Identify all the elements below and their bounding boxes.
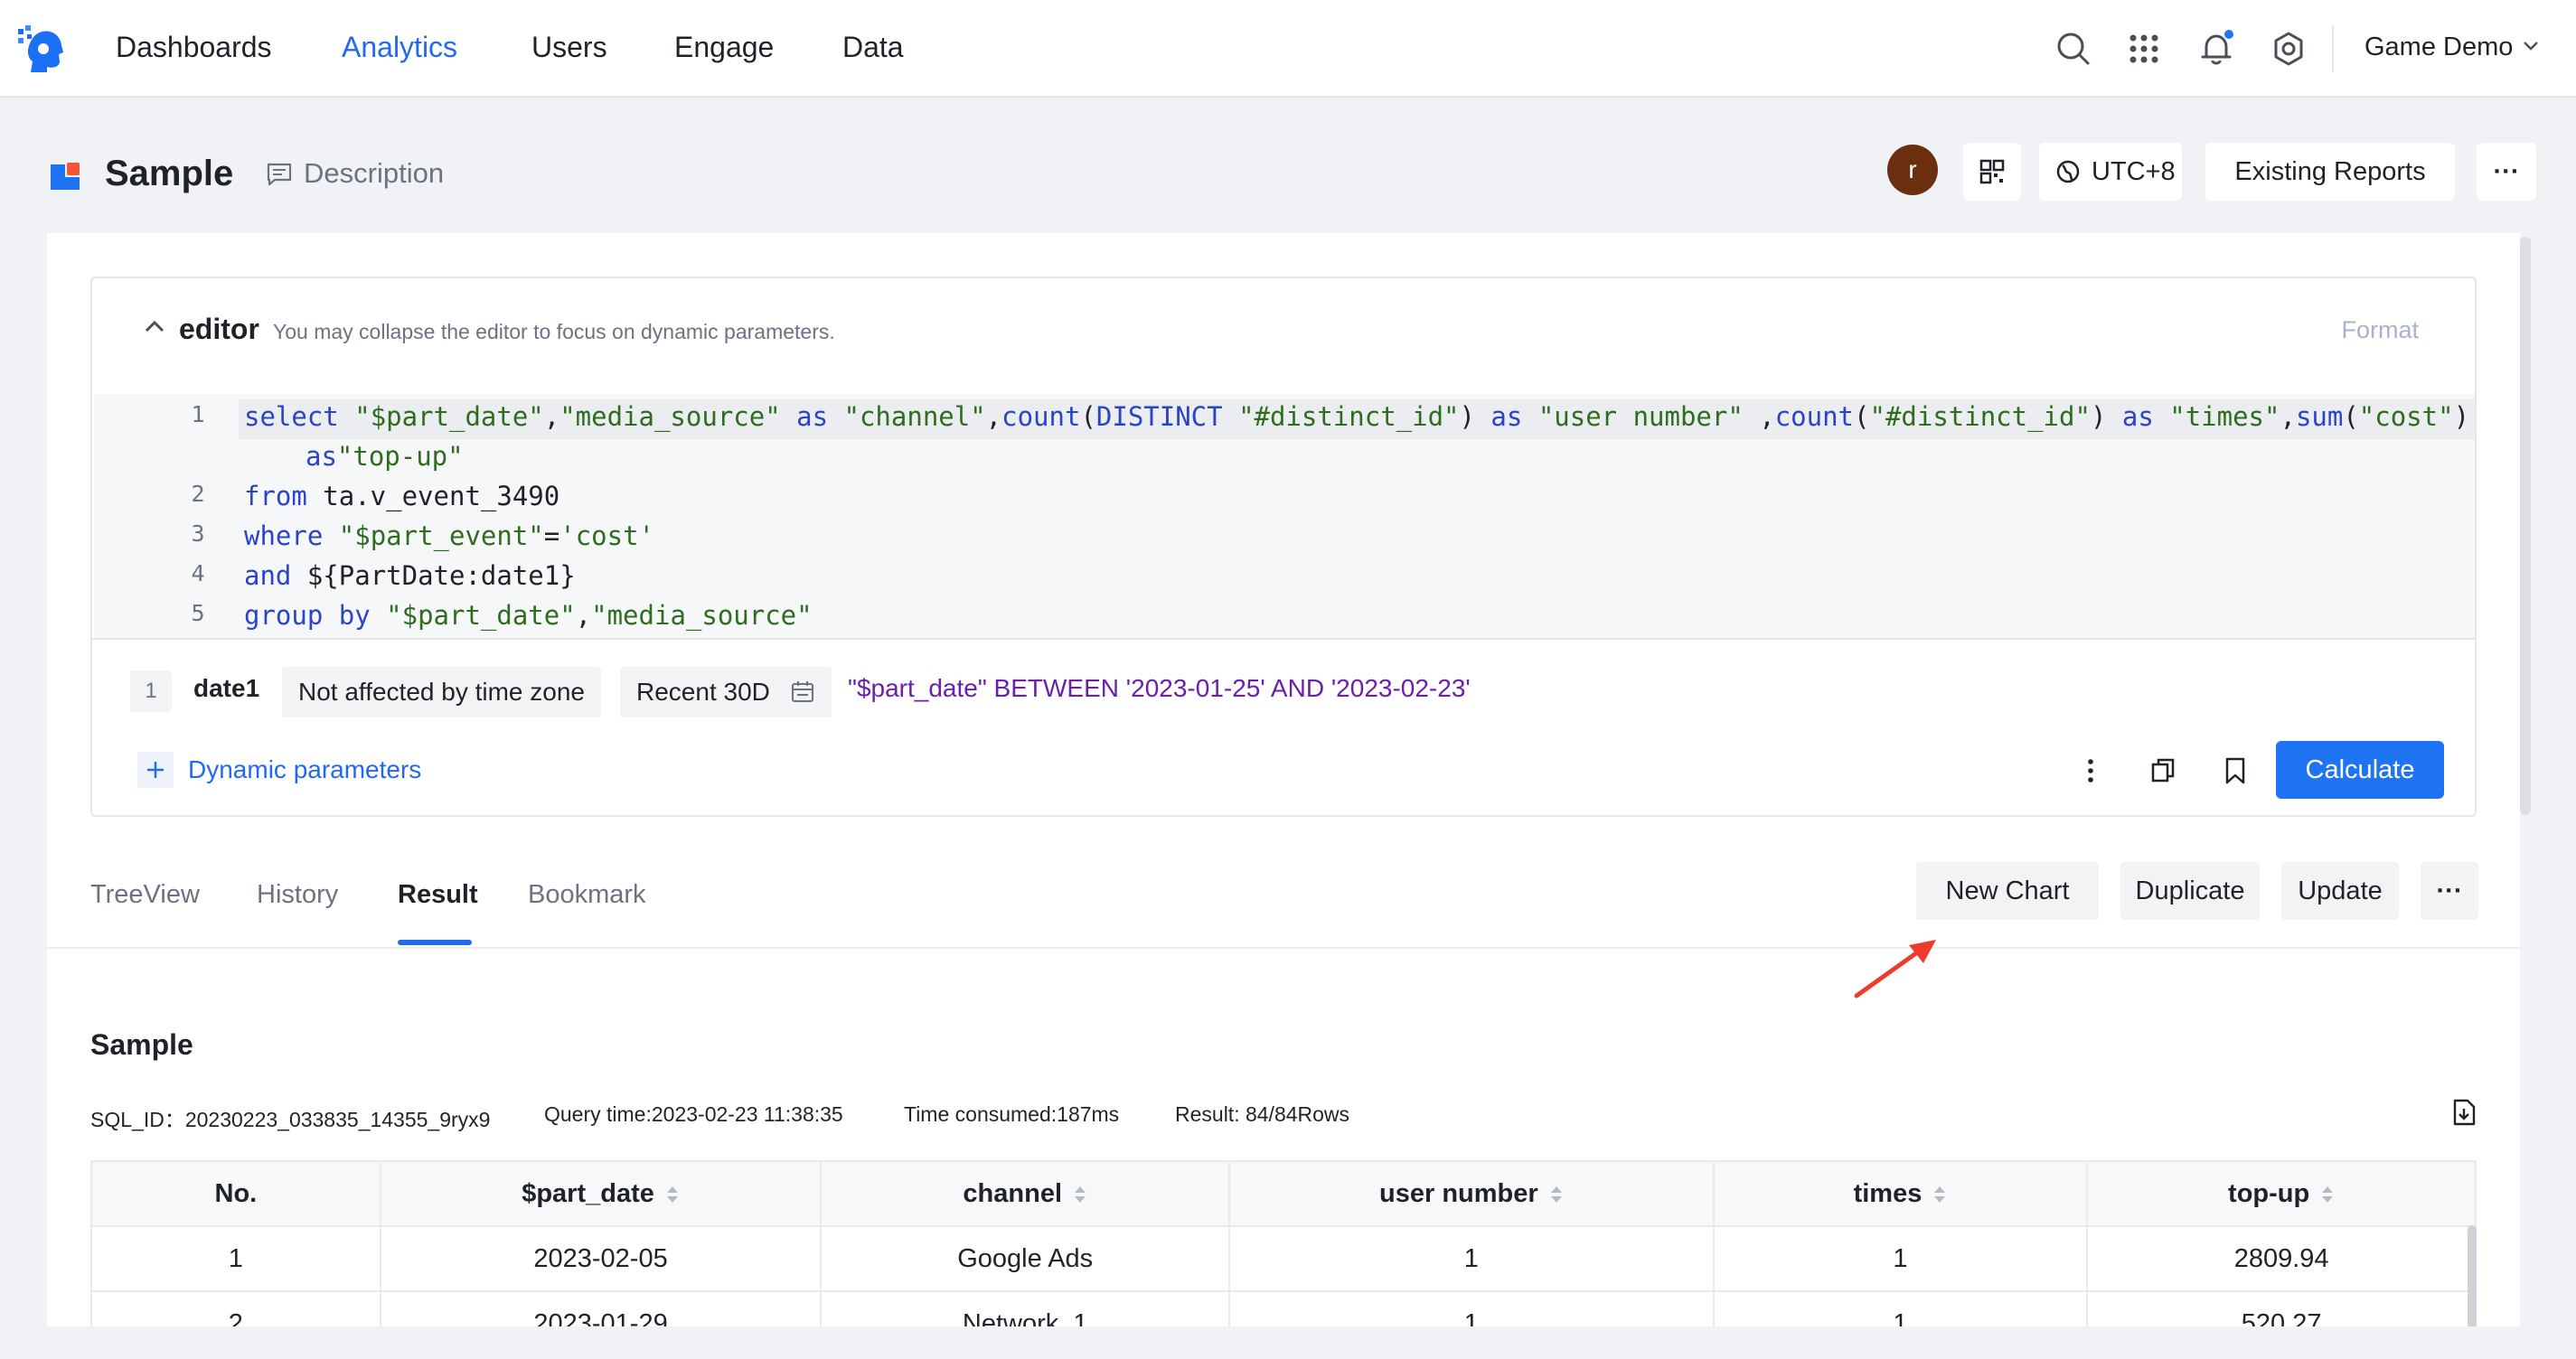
date-range-label: Recent 30D [636,678,770,706]
vertical-more-icon[interactable] [2075,755,2106,786]
update-button[interactable]: Update [2281,862,2399,920]
column-header: No. [90,1160,381,1227]
grid-layout-icon [1979,159,2005,184]
column-header[interactable]: times [1712,1160,2089,1227]
actions-more-button[interactable]: ··· [2421,862,2478,920]
nav-divider [2332,25,2334,72]
timezone-label: UTC+8 [2092,157,2176,186]
nav-dashboards[interactable]: Dashboards [116,31,272,64]
code-line-4: and ${PartDate:date1} [244,560,576,591]
active-tab-indicator [398,940,472,945]
line-number: 1 [191,401,205,427]
code-line-1-wrap: as"top-up" [306,441,464,472]
sort-icon[interactable] [2320,1185,2335,1204]
existing-reports-button[interactable]: Existing Reports [2205,143,2455,201]
add-dynamic-params-button[interactable]: Dynamic parameters [188,755,421,784]
line-number: 5 [191,600,205,626]
table-cell: 1 [1712,1225,2089,1292]
bookmark-icon[interactable] [2220,755,2251,786]
calendar-icon[interactable] [790,680,815,705]
tab-treeview[interactable]: TreeView [90,880,200,910]
code-line-2: from ta.v_event_3490 [244,481,560,511]
new-chart-button[interactable]: New Chart [1916,862,2099,920]
timezone-mode-select[interactable]: Not affected by time zone [282,667,601,717]
page-header: Sample Description r UTC+8 Existing Repo… [0,99,2576,233]
nav-users[interactable]: Users [531,31,607,64]
gear-icon[interactable] [2269,29,2308,69]
sort-icon[interactable] [1073,1185,1087,1204]
table-cell: Google Ads [820,1225,1231,1292]
calculate-button[interactable]: Calculate [2276,741,2444,799]
more-menu-button[interactable]: ··· [2477,143,2536,201]
avatar[interactable]: r [1887,145,1938,195]
sort-icon[interactable] [1549,1185,1564,1204]
code-line-3: where "$part_event"='cost' [244,520,654,551]
timezone-button[interactable]: UTC+8 [2039,143,2182,201]
layout-button[interactable] [1963,143,2021,201]
plus-icon[interactable] [137,752,174,788]
sort-icon[interactable] [1932,1185,1947,1204]
result-rows: Result: 84/84Rows [1175,1102,1350,1126]
tab-history[interactable]: History [257,880,338,910]
code-line-5: group by "$part_date","media_source" [244,600,813,631]
editor-header: editor You may collapse the editor to fo… [92,278,2475,394]
logo-icon[interactable] [16,23,69,74]
bell-icon[interactable] [2196,29,2236,69]
project-selector[interactable]: Game Demo [2364,33,2513,62]
report-icon [51,163,80,190]
search-icon[interactable] [2054,29,2093,69]
table-cell: 1 [1228,1225,1715,1292]
line-number: 3 [191,520,205,547]
table-row: 1 2023-02-05 Google Ads 1 1 2809.94 [90,1225,2477,1292]
editor-hint: You may collapse the editor to focus on … [273,320,835,343]
nav-data[interactable]: Data [842,31,904,64]
chevron-up-icon[interactable] [143,318,166,334]
column-header[interactable]: channel [820,1160,1231,1227]
page-scrollbar[interactable] [2520,237,2531,815]
time-consumed: Time consumed:187ms [904,1102,1120,1126]
sql-id: SQL_ID：20230223_033835_14355_9ryx9 [90,1108,491,1131]
globe-icon [2056,160,2080,183]
top-nav: Dashboards Analytics Users Engage Data G… [0,0,2576,98]
duplicate-button[interactable]: Duplicate [2120,862,2260,920]
param-name: date1 [193,674,260,702]
apps-grid-icon[interactable] [2124,29,2164,69]
description-link[interactable]: Description [304,157,444,190]
editor-title: editor [179,313,259,345]
code-line-1: select "$part_date","media_source" as "c… [244,401,2470,432]
result-title: Sample [90,1028,193,1061]
comment-icon[interactable] [266,161,293,188]
tab-result[interactable]: Result [398,880,478,910]
table-cell: 2023-02-05 [379,1225,823,1292]
copy-icon[interactable] [2148,755,2178,786]
nav-analytics[interactable]: Analytics [342,31,457,64]
line-number: 2 [191,481,205,507]
table-cell: 2809.94 [2086,1225,2477,1292]
page-bottom-edge [0,1326,2576,1359]
sort-icon[interactable] [665,1185,680,1204]
dynamic-params-panel: 1 date1 Not affected by time zone Recent… [92,638,2475,815]
query-time: Query time:2023-02-23 11:38:35 [544,1102,843,1126]
nav-engage[interactable]: Engage [674,31,774,64]
param-sql-preview: "$part_date" BETWEEN '2023-01-25' AND '2… [848,674,1471,702]
export-icon[interactable] [2451,1099,2477,1126]
annotation-arrow-icon [1854,940,1936,998]
sql-editor-card: editor You may collapse the editor to fo… [90,276,2477,817]
format-button[interactable]: Format [2341,316,2419,344]
column-header[interactable]: top-up [2086,1160,2477,1227]
param-index: 1 [130,670,172,712]
tab-bookmark[interactable]: Bookmark [528,880,646,910]
page-title: Sample [105,154,234,193]
table-cell: 1 [90,1225,381,1292]
column-header[interactable]: $part_date [379,1160,823,1227]
column-header[interactable]: user number [1228,1160,1715,1227]
line-number: 4 [191,560,205,586]
chevron-down-icon[interactable] [2522,40,2540,52]
table-header-row: No. $part_date channel user number times… [90,1160,2477,1227]
table-scrollbar[interactable] [2468,1225,2477,1334]
code-editor[interactable]: 1 select "$part_date","media_source" as … [94,394,2475,638]
